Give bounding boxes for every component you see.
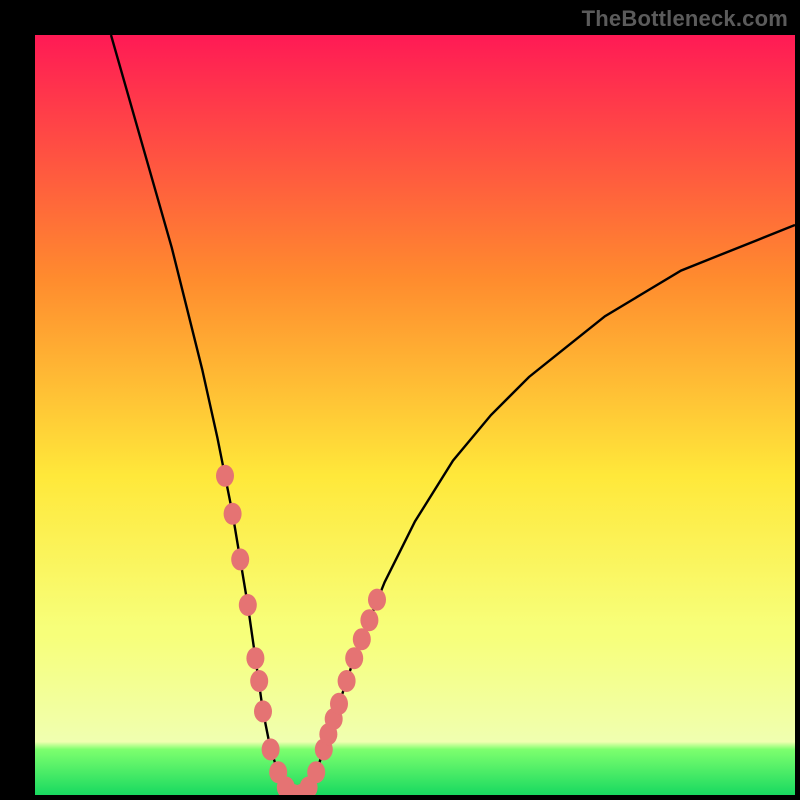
marker-point [216, 465, 234, 487]
marker-point [246, 647, 264, 669]
marker-point [360, 609, 378, 631]
gradient-background [35, 35, 795, 795]
marker-point [239, 594, 257, 616]
marker-point [330, 693, 348, 715]
marker-point [338, 670, 356, 692]
marker-point [231, 548, 249, 570]
marker-point [224, 503, 242, 525]
watermark-text: TheBottleneck.com [582, 6, 788, 32]
marker-point [368, 589, 386, 611]
marker-point [345, 647, 363, 669]
plot-area [35, 35, 795, 795]
marker-point [250, 670, 268, 692]
marker-point [262, 738, 280, 760]
marker-point [307, 761, 325, 783]
chart-stage: TheBottleneck.com [0, 0, 800, 800]
marker-point [353, 628, 371, 650]
marker-point [254, 700, 272, 722]
plot-svg [35, 35, 795, 795]
